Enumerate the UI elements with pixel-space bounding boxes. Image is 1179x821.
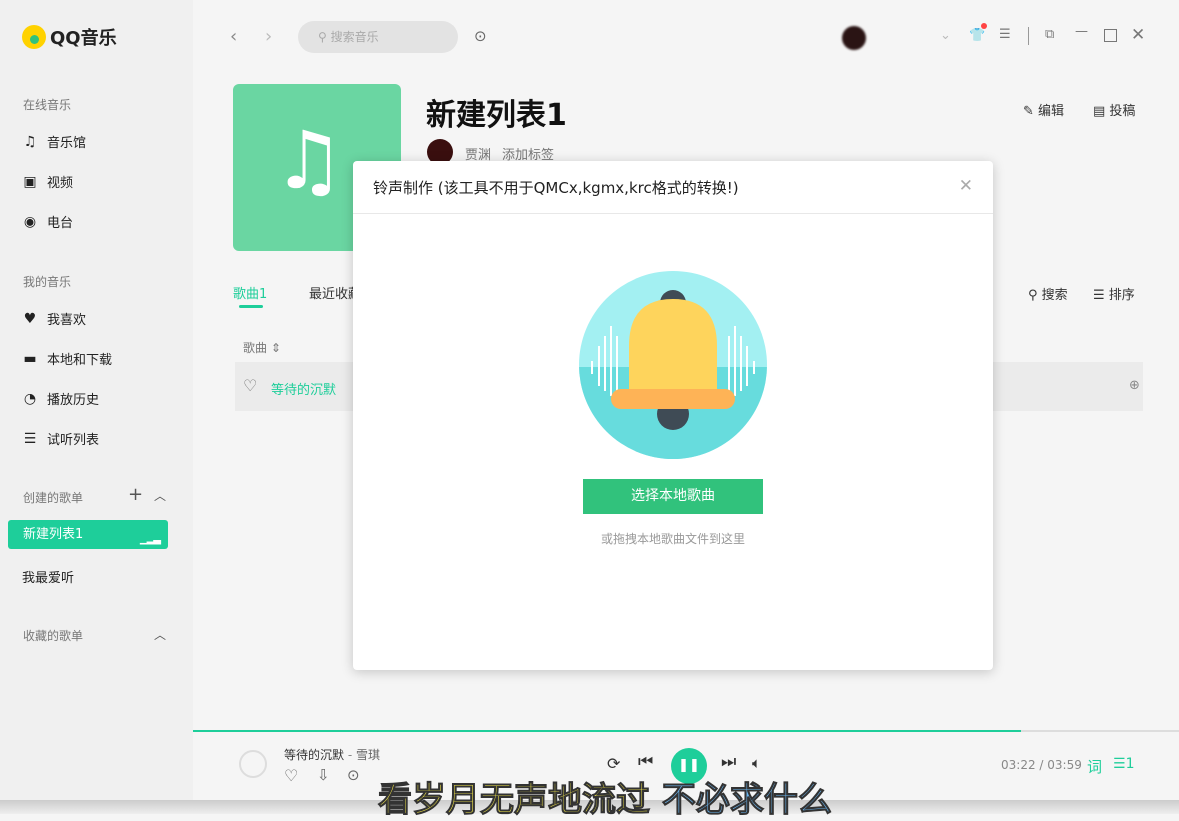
sidebar-item-local[interactable]: ▬ 本地和下载	[22, 349, 112, 368]
monitor-icon: ▬	[22, 351, 38, 367]
globe-icon: ⊕	[1129, 378, 1140, 393]
close-icon[interactable]: ✕	[1131, 25, 1145, 45]
minimize-icon[interactable]: —	[1075, 24, 1088, 39]
label: 我最爱听	[22, 567, 74, 586]
app-name: QQ音乐	[50, 24, 117, 50]
dialog-close-icon[interactable]: ✕	[959, 176, 973, 196]
back-icon[interactable]: ‹	[230, 26, 237, 47]
section-my: 我的音乐	[23, 273, 71, 290]
queue-button[interactable]: ☰1	[1113, 756, 1134, 772]
app-logo[interactable]: QQ音乐	[22, 24, 117, 50]
previous-icon[interactable]: ⏮	[638, 752, 653, 772]
bell-illustration-icon	[579, 271, 767, 459]
heart-outline-icon[interactable]: ♡	[243, 376, 257, 395]
dialog-title: 铃声制作 (该工具不用于QMCx,kgmx,krc格式的转换!)	[373, 179, 739, 197]
edit-button[interactable]: ✎ 编辑	[1023, 100, 1064, 119]
divider	[1028, 27, 1029, 45]
label: 试听列表	[47, 429, 99, 448]
collapse-collected-icon[interactable]: ︿	[154, 626, 166, 643]
label: 音乐馆	[47, 132, 86, 151]
separator: -	[344, 748, 356, 762]
mini-mode-icon[interactable]: ⧉	[1045, 27, 1054, 42]
disc-icon[interactable]	[239, 750, 267, 778]
loop-icon[interactable]: ⟳	[607, 754, 620, 773]
more-icon[interactable]: ⊙	[347, 766, 360, 784]
recognize-song-icon[interactable]: ⊙	[474, 27, 487, 45]
notification-dot	[981, 23, 987, 29]
heart-icon: ♥	[22, 311, 38, 327]
label: 新建列表1	[23, 527, 83, 542]
label: 编辑	[1038, 104, 1064, 119]
search-icon: ⚲	[318, 30, 331, 44]
sidebar-playlist-new-list-1[interactable]: 新建列表1▁▂▃	[8, 520, 168, 549]
maximize-icon[interactable]	[1104, 29, 1117, 42]
sort-icon: ☰	[1093, 288, 1109, 303]
like-icon[interactable]: ♡	[284, 766, 298, 785]
forward-icon[interactable]: ›	[265, 26, 272, 47]
download-icon[interactable]: ⇩	[317, 766, 330, 784]
qq-music-logo-icon	[22, 25, 46, 49]
section-collected: 收藏的歌单	[23, 627, 83, 644]
label: 视频	[47, 172, 73, 191]
ringtone-dialog: 铃声制作 (该工具不用于QMCx,kgmx,krc格式的转换!) ✕ 选择本地歌曲…	[353, 161, 993, 670]
radio-icon: ◉	[22, 214, 38, 230]
player-song[interactable]: 等待的沉默	[284, 748, 344, 762]
label: 歌曲	[243, 341, 267, 355]
skin-icon[interactable]: 👕	[969, 28, 985, 43]
add-playlist-icon[interactable]: +	[128, 484, 143, 505]
sidebar-item-video[interactable]: ▣ 视频	[22, 172, 73, 191]
playlist-title: 新建列表1	[426, 90, 567, 134]
label: 电台	[47, 212, 73, 231]
lyric-unsung: 不必求什么	[662, 780, 832, 820]
sidebar-item-music-hall[interactable]: ♫ 音乐馆	[22, 132, 86, 151]
search-input[interactable]: ⚲ 搜索音乐	[298, 21, 458, 53]
label: 投稿	[1109, 104, 1135, 119]
label: 本地和下载	[47, 349, 112, 368]
label: 我喜欢	[47, 309, 86, 328]
sidebar: QQ音乐 在线音乐 ♫音乐馆 ▣视频 ◉电台 我的音乐 ♥我喜欢 ▬本地和下载 …	[0, 0, 193, 800]
account-dropdown-icon[interactable]: ⌄	[940, 28, 951, 43]
section-online: 在线音乐	[23, 96, 71, 113]
label: 搜索	[1042, 288, 1068, 303]
dialog-header: 铃声制作 (该工具不用于QMCx,kgmx,krc格式的转换!) ✕	[353, 161, 993, 214]
music-note-icon: ♫	[22, 134, 38, 150]
collapse-created-icon[interactable]: ︿	[154, 487, 166, 504]
label: 排序	[1109, 288, 1135, 303]
search-songs-button[interactable]: ⚲ 搜索	[1028, 284, 1068, 303]
list-icon: ☰	[22, 431, 38, 447]
sort-button[interactable]: ☰ 排序	[1093, 284, 1135, 303]
sidebar-item-trial-list[interactable]: ☰ 试听列表	[22, 429, 99, 448]
lyrics-button[interactable]: 词	[1087, 756, 1102, 777]
music-note-icon: ♫	[273, 114, 345, 207]
tab-songs[interactable]: 歌曲1	[233, 283, 267, 302]
tab-indicator	[239, 305, 263, 308]
edit-icon: ✎	[1023, 104, 1038, 119]
lyric-sung: 看岁月无声地流过	[378, 780, 650, 820]
next-icon[interactable]: ⏭	[721, 752, 736, 772]
video-icon: ▣	[22, 174, 38, 190]
sidebar-playlist-favorite[interactable]: 我最爱听	[22, 567, 74, 586]
label: 播放历史	[47, 389, 99, 408]
submit-button[interactable]: ▤ 投稿	[1093, 100, 1135, 119]
sidebar-item-radio[interactable]: ◉ 电台	[22, 212, 73, 231]
drag-hint: 或拖拽本地歌曲文件到这里	[353, 530, 993, 547]
menu-icon[interactable]: ☰	[999, 27, 1011, 42]
player-artist[interactable]: 雪琪	[356, 748, 380, 762]
song-title[interactable]: 等待的沉默	[271, 379, 336, 398]
sidebar-item-history[interactable]: ◔ 播放历史	[22, 389, 99, 408]
search-icon: ⚲	[1028, 288, 1042, 303]
select-local-song-button[interactable]: 选择本地歌曲	[583, 479, 763, 514]
section-created: 创建的歌单	[23, 489, 83, 506]
column-song-header[interactable]: 歌曲 ⇕	[243, 339, 281, 356]
queue-count: 1	[1126, 756, 1135, 772]
volume-icon[interactable]: 🔈︎	[752, 754, 761, 772]
document-icon: ▤	[1093, 104, 1109, 119]
sidebar-item-favorites[interactable]: ♥ 我喜欢	[22, 309, 86, 328]
placeholder: 搜索音乐	[331, 30, 379, 44]
clock-icon: ◔	[22, 391, 38, 407]
avatar[interactable]	[842, 26, 866, 50]
time-readout: 03:22 / 03:59	[1001, 758, 1082, 772]
playing-bars-icon: ▁▂▃	[140, 525, 160, 554]
